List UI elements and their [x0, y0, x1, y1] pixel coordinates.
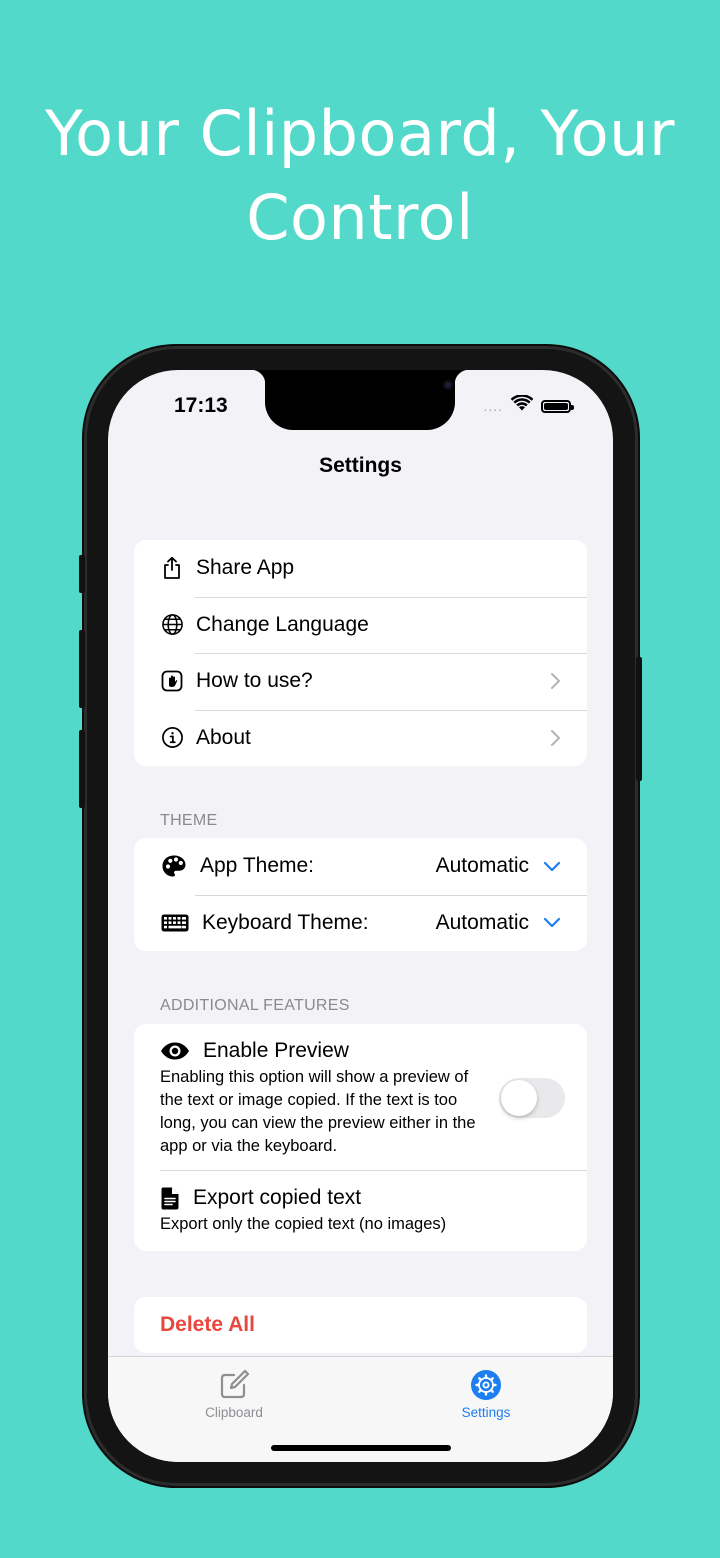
theme-section-header: THEME — [160, 812, 218, 829]
about-label: About — [196, 725, 251, 749]
power-button — [636, 657, 642, 781]
notch — [251, 370, 469, 430]
share-icon — [160, 556, 184, 580]
home-indicator[interactable] — [271, 1445, 451, 1451]
keyboard-theme-label: Keyboard Theme: — [202, 910, 369, 934]
eye-icon — [160, 1039, 190, 1063]
keyboard-theme-picker[interactable]: Automatic — [436, 895, 561, 951]
keyboard-theme-row[interactable]: Keyboard Theme: Automatic — [134, 894, 587, 952]
enable-preview-description: Enabling this option will show a preview… — [160, 1068, 476, 1155]
tab-settings[interactable]: Settings — [426, 1357, 546, 1420]
enable-preview-toggle[interactable] — [499, 1078, 565, 1118]
info-icon — [160, 726, 184, 750]
about-row[interactable]: About — [134, 709, 587, 767]
gear-icon — [426, 1357, 546, 1401]
volume-up-button — [79, 630, 85, 708]
chevron-down-icon — [543, 861, 561, 871]
front-camera — [443, 380, 453, 390]
how-to-use-label: How to use? — [196, 669, 313, 693]
wifi-icon — [510, 394, 534, 417]
app-theme-row[interactable]: App Theme: Automatic — [134, 838, 587, 895]
export-copied-text-title: Export copied text — [193, 1186, 362, 1209]
delete-all-card: Delete All — [134, 1297, 587, 1353]
keyboard-theme-value: Automatic — [435, 910, 529, 934]
headline-line-2: Control — [246, 181, 474, 254]
how-to-use-row[interactable]: How to use? — [134, 653, 587, 710]
chevron-right-icon — [551, 729, 560, 746]
globe-icon — [160, 613, 184, 637]
tab-settings-label: Settings — [461, 1405, 511, 1420]
app-theme-label: App Theme: — [200, 854, 315, 878]
phone-screen: 17:13 .... Settings Share App Change Lan… — [108, 370, 613, 1462]
keyboard-icon — [160, 911, 190, 935]
theme-card: App Theme: Automatic Keyboard Theme: Aut… — [134, 838, 587, 951]
export-copied-text-description: Export only the copied text (no images) — [160, 1215, 447, 1233]
chevron-down-icon — [543, 917, 561, 928]
change-language-label: Change Language — [196, 612, 369, 636]
tab-clipboard-label: Clipboard — [205, 1405, 263, 1420]
enable-preview-title: Enable Preview — [203, 1039, 349, 1062]
chevron-right-icon — [551, 673, 560, 690]
change-language-row[interactable]: Change Language — [134, 596, 587, 654]
palette-icon — [160, 854, 188, 878]
tab-clipboard[interactable]: Clipboard — [174, 1357, 294, 1420]
volume-down-button — [79, 730, 85, 808]
general-settings-card: Share App Change Language How to use? Ab… — [134, 540, 587, 766]
headline-line-1: Your Clipboard, Your — [45, 97, 675, 170]
delete-all-button[interactable]: Delete All — [160, 1297, 255, 1353]
compose-icon — [174, 1357, 294, 1401]
headline: Your Clipboard, Your Control — [0, 92, 720, 260]
status-time: 17:13 — [174, 394, 228, 417]
app-theme-value: Automatic — [435, 854, 529, 877]
battery-icon — [541, 399, 574, 413]
hand-raised-icon — [160, 669, 184, 693]
status-indicators: .... — [483, 394, 574, 417]
share-app-label: Share App — [196, 556, 295, 580]
app-theme-picker[interactable]: Automatic — [436, 838, 561, 894]
page-title: Settings — [319, 454, 402, 477]
export-copied-text-row[interactable]: Export copied text Export only the copie… — [134, 1171, 587, 1251]
silent-switch — [79, 555, 85, 593]
signal-indicator: .... — [483, 398, 503, 414]
document-icon — [160, 1186, 180, 1210]
enable-preview-row: Enable Preview Enabling this option will… — [134, 1024, 587, 1170]
toggle-knob — [501, 1080, 537, 1116]
features-section-header: ADDITIONAL FEATURES — [160, 997, 350, 1014]
features-card: Enable Preview Enabling this option will… — [134, 1024, 587, 1251]
share-app-row[interactable]: Share App — [134, 540, 587, 597]
